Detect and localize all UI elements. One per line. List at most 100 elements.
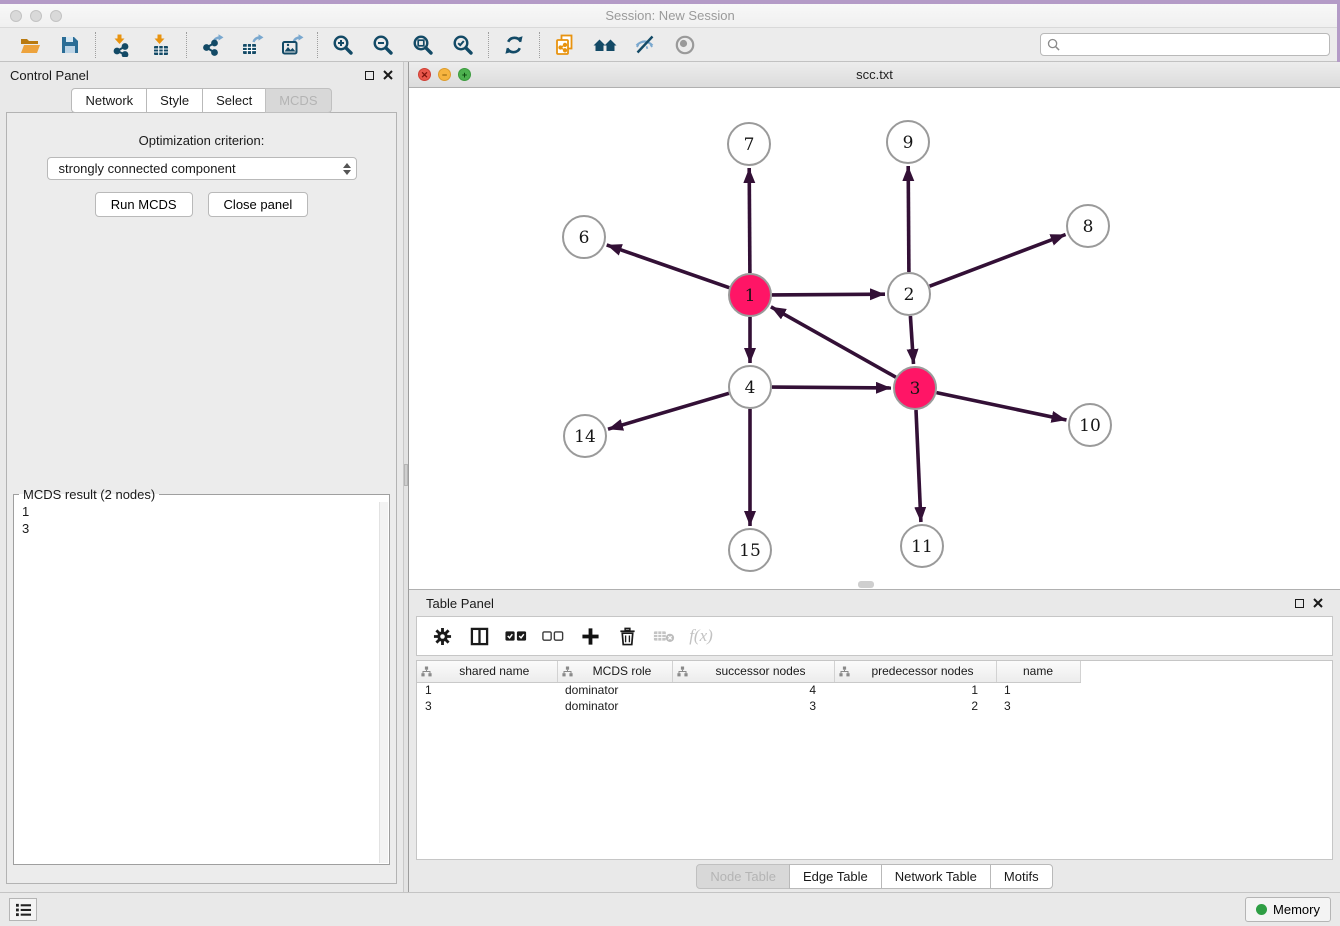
graph-node-10[interactable]: 10 (1069, 404, 1111, 446)
table-row[interactable]: 1dominator411 (417, 682, 1080, 698)
zoom-selected-button[interactable] (443, 30, 483, 60)
graph-node-label: 8 (1083, 217, 1094, 237)
float-panel-icon[interactable] (365, 71, 374, 80)
close-table-panel-icon[interactable] (1313, 598, 1323, 608)
graph-edge-2-3[interactable] (910, 316, 913, 364)
graph-edge-3-10[interactable] (937, 393, 1067, 420)
duplicate-network-button[interactable] (545, 30, 585, 60)
column-header-shared-name[interactable]: shared name (417, 661, 557, 682)
show-all-networks-button[interactable] (585, 30, 625, 60)
graph-node-15[interactable]: 15 (729, 529, 771, 571)
minimize-window-button[interactable] (30, 10, 42, 22)
table-cell[interactable]: 1 (834, 682, 996, 698)
deselect-all-rows-button[interactable] (539, 622, 567, 650)
column-header-predecessor-nodes[interactable]: predecessor nodes (834, 661, 996, 682)
tab-style[interactable]: Style (146, 88, 203, 113)
result-scrollbar[interactable] (379, 502, 388, 863)
tab-node-table[interactable]: Node Table (696, 864, 790, 889)
memory-button[interactable]: Memory (1245, 897, 1331, 922)
select-all-rows-button[interactable] (502, 622, 530, 650)
zoom-in-button[interactable] (323, 30, 363, 60)
close-panel-button[interactable]: Close panel (208, 192, 309, 217)
run-mcds-button[interactable]: Run MCDS (95, 192, 193, 217)
tab-motifs[interactable]: Motifs (990, 864, 1053, 889)
close-window-button[interactable] (10, 10, 22, 22)
export-network-button[interactable] (192, 30, 232, 60)
network-minimize-button[interactable]: − (438, 68, 451, 81)
float-table-panel-icon[interactable] (1295, 599, 1304, 608)
column-header-name[interactable]: name (996, 661, 1080, 682)
column-header-mcds-role[interactable]: MCDS role (557, 661, 672, 682)
graph-node-7[interactable]: 7 (728, 123, 770, 165)
delete-table-button[interactable] (650, 622, 678, 650)
maximize-window-button[interactable] (50, 10, 62, 22)
column-header-successor-nodes[interactable]: successor nodes (672, 661, 834, 682)
toolbar-separator (186, 32, 187, 58)
graph-edge-1-7[interactable] (749, 168, 750, 273)
export-image-button[interactable] (272, 30, 312, 60)
graph-edge-2-9[interactable] (908, 166, 909, 272)
canvas-scrollbar-fragment[interactable] (858, 581, 874, 588)
graph-node-11[interactable]: 11 (901, 525, 943, 567)
graph-edge-3-1[interactable] (771, 307, 896, 377)
show-column-panel-button[interactable] (465, 622, 493, 650)
zoom-fit-button[interactable] (403, 30, 443, 60)
task-history-button[interactable] (9, 898, 37, 921)
table-cell[interactable]: dominator (557, 682, 672, 698)
import-table-button[interactable] (141, 30, 181, 60)
table-cell[interactable]: 4 (672, 682, 834, 698)
save-session-button[interactable] (50, 30, 90, 60)
graph-node-label: 6 (579, 228, 590, 248)
graph-edge-1-2[interactable] (772, 294, 885, 295)
tab-select[interactable]: Select (202, 88, 266, 113)
table-row[interactable]: 3dominator323 (417, 698, 1080, 714)
table-cell[interactable]: dominator (557, 698, 672, 714)
graph-node-3[interactable]: 3 (894, 367, 936, 409)
network-canvas[interactable]: 7 9 6 8 1 2 4 3 14 10 15 11 (409, 88, 1340, 589)
network-maximize-button[interactable]: + (458, 68, 471, 81)
criterion-select[interactable]: strongly connected component (47, 157, 357, 180)
unchecked-boxes-icon (542, 630, 564, 642)
network-close-button[interactable]: ✕ (418, 68, 431, 81)
open-session-button[interactable] (10, 30, 50, 60)
graph-node-1[interactable]: 1 (729, 274, 771, 316)
table-cell[interactable]: 1 (996, 682, 1080, 698)
graph-node-8[interactable]: 8 (1067, 205, 1109, 247)
table-cell[interactable]: 3 (417, 698, 557, 714)
import-network-button[interactable] (101, 30, 141, 60)
search-input[interactable] (1065, 37, 1323, 52)
tab-mcds[interactable]: MCDS (265, 88, 331, 113)
zoom-out-button[interactable] (363, 30, 403, 60)
graph-node-4[interactable]: 4 (729, 366, 771, 408)
table-settings-button[interactable] (428, 622, 456, 650)
delete-table-icon (653, 628, 675, 644)
table-cell[interactable]: 1 (417, 682, 557, 698)
tab-edge-table[interactable]: Edge Table (789, 864, 882, 889)
graph-edge-1-6[interactable] (607, 245, 730, 288)
refresh-view-button[interactable] (494, 30, 534, 60)
homes-icon (592, 33, 618, 57)
mcds-result-text[interactable]: 1 3 (15, 502, 378, 863)
window-title: Session: New Session (0, 8, 1340, 23)
delete-column-button[interactable] (613, 622, 641, 650)
graph-edge-2-8[interactable] (930, 235, 1066, 287)
graph-edge-4-3[interactable] (772, 387, 891, 388)
table-cell[interactable]: 2 (834, 698, 996, 714)
table-cell[interactable]: 3 (672, 698, 834, 714)
function-builder-button[interactable]: f(x) (687, 622, 715, 650)
tab-network-table[interactable]: Network Table (881, 864, 991, 889)
add-column-button[interactable] (576, 622, 604, 650)
graph-node-6[interactable]: 6 (563, 216, 605, 258)
export-table-button[interactable] (232, 30, 272, 60)
hide-selected-button[interactable] (625, 30, 665, 60)
graph-node-9[interactable]: 9 (887, 121, 929, 163)
graph-edge-4-14[interactable] (608, 393, 729, 429)
splitter-grip-icon[interactable] (404, 464, 408, 486)
graph-node-2[interactable]: 2 (888, 273, 930, 315)
graph-node-14[interactable]: 14 (564, 415, 606, 457)
tab-network[interactable]: Network (71, 88, 147, 113)
graph-edge-3-11[interactable] (916, 410, 921, 522)
show-hidden-button[interactable] (665, 30, 705, 60)
close-panel-icon[interactable] (383, 70, 393, 80)
table-cell[interactable]: 3 (996, 698, 1080, 714)
